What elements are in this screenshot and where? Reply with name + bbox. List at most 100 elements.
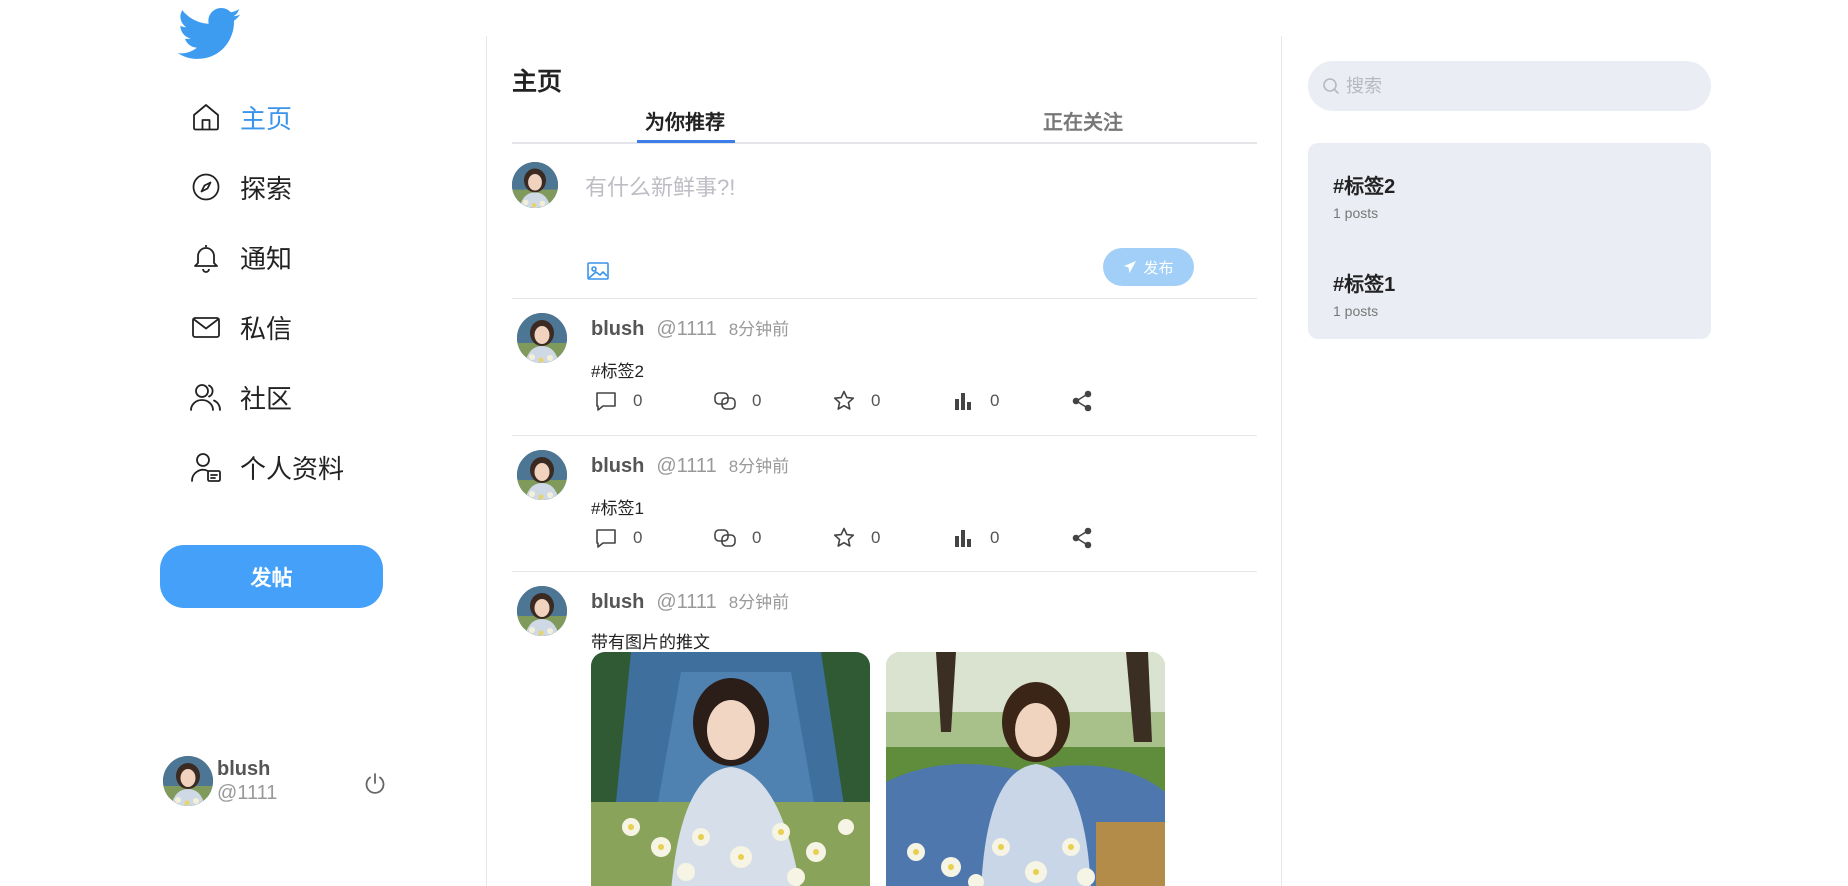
repost-button[interactable]: 0 bbox=[713, 526, 761, 550]
nav-item-messages[interactable]: 私信 bbox=[186, 292, 344, 362]
nav-item-community[interactable]: 社区 bbox=[186, 362, 344, 432]
avatar[interactable] bbox=[517, 586, 567, 636]
bar-chart-icon bbox=[955, 530, 971, 547]
composer: 有什么新鲜事?! 发布 bbox=[512, 144, 1257, 299]
comment-button[interactable]: 0 bbox=[594, 526, 642, 550]
bell-icon bbox=[186, 237, 226, 277]
avatar[interactable] bbox=[517, 313, 567, 363]
trend-tag: #标签2 bbox=[1333, 176, 1396, 198]
post[interactable]: blush @1111 8分钟前 带有图片的推文 bbox=[512, 572, 1257, 886]
post-text[interactable]: #标签1 bbox=[591, 494, 644, 519]
nav-item-label: 主页 bbox=[240, 103, 293, 134]
trend-count: 1 posts bbox=[1333, 205, 1379, 221]
main-feed: 主页 为你推荐 正在关注 有什么新鲜事?! 发布 blush @1111 8分钟… bbox=[512, 0, 1257, 886]
trending-panel: #标签2 1 posts #标签1 1 posts bbox=[1308, 143, 1711, 339]
post-actions: 0 0 0 0 bbox=[594, 389, 1114, 415]
share-button[interactable] bbox=[1070, 389, 1094, 413]
tab-following[interactable]: 正在关注 bbox=[1043, 106, 1123, 135]
comment-button[interactable]: 0 bbox=[594, 389, 642, 413]
repost-icon bbox=[714, 392, 736, 410]
comment-count: 0 bbox=[633, 391, 643, 410]
divider bbox=[486, 36, 487, 886]
nav-item-label: 社区 bbox=[240, 383, 293, 414]
profile-icon bbox=[186, 447, 226, 487]
nav-item-label: 个人资料 bbox=[240, 453, 345, 484]
star-icon bbox=[833, 527, 855, 547]
bar-chart-icon bbox=[955, 393, 971, 410]
new-post-button[interactable]: 发帖 bbox=[160, 545, 383, 608]
users-icon bbox=[186, 377, 226, 417]
post-author-name[interactable]: blush bbox=[591, 318, 644, 341]
current-user-handle: @1111 bbox=[217, 782, 278, 804]
post-author-name[interactable]: blush bbox=[591, 455, 644, 478]
publish-button[interactable]: 发布 bbox=[1103, 248, 1194, 286]
repost-icon bbox=[714, 529, 736, 547]
post-text[interactable]: #标签2 bbox=[591, 357, 644, 382]
post-author-handle: @1111 bbox=[656, 455, 717, 477]
logout-power-icon[interactable] bbox=[362, 771, 388, 797]
views-button[interactable]: 0 bbox=[951, 526, 999, 550]
main-nav: 主页 探索 通知 私信 社区 个人资料 bbox=[186, 82, 344, 502]
search-input[interactable] bbox=[1346, 75, 1646, 97]
send-icon bbox=[1124, 261, 1137, 273]
repost-count: 0 bbox=[752, 528, 762, 547]
trend-item[interactable]: #标签1 1 posts bbox=[1333, 268, 1395, 319]
like-button[interactable]: 0 bbox=[832, 389, 880, 413]
image-upload-icon[interactable] bbox=[586, 260, 610, 282]
comment-icon bbox=[596, 529, 616, 548]
tab-for-you[interactable]: 为你推荐 bbox=[645, 106, 725, 135]
post[interactable]: blush @1111 8分钟前 #标签1 0 0 0 0 bbox=[512, 436, 1257, 572]
publish-label: 发布 bbox=[1143, 259, 1174, 277]
compass-icon bbox=[186, 167, 226, 207]
post-image[interactable] bbox=[886, 652, 1165, 886]
post-timestamp: 8分钟前 bbox=[728, 320, 790, 339]
page-title: 主页 bbox=[512, 68, 563, 96]
share-icon bbox=[1072, 527, 1092, 549]
post-image[interactable] bbox=[591, 652, 870, 886]
feed-tabs: 为你推荐 正在关注 bbox=[512, 100, 1257, 144]
trend-tag: #标签1 bbox=[1333, 274, 1396, 296]
compose-input[interactable]: 有什么新鲜事?! bbox=[585, 170, 735, 202]
nav-item-profile[interactable]: 个人资料 bbox=[186, 432, 344, 502]
view-count: 0 bbox=[990, 528, 1000, 547]
current-user-card[interactable]: blush @1111 bbox=[163, 756, 277, 806]
post-author-handle: @1111 bbox=[656, 318, 717, 340]
comment-icon bbox=[596, 392, 616, 411]
left-sidebar: 主页 探索 通知 私信 社区 个人资料 发帖 blush @1111 bbox=[0, 0, 486, 886]
avatar[interactable] bbox=[517, 450, 567, 500]
trend-count: 1 posts bbox=[1333, 303, 1379, 319]
like-button[interactable]: 0 bbox=[832, 526, 880, 550]
avatar bbox=[512, 162, 558, 208]
post-timestamp: 8分钟前 bbox=[728, 457, 790, 476]
star-icon bbox=[833, 390, 855, 410]
nav-item-explore[interactable]: 探索 bbox=[186, 152, 344, 222]
avatar bbox=[163, 756, 213, 806]
nav-item-notifications[interactable]: 通知 bbox=[186, 222, 344, 292]
nav-item-label: 通知 bbox=[240, 243, 293, 274]
post-image-gallery bbox=[591, 652, 1165, 886]
search-icon bbox=[1323, 78, 1339, 94]
nav-item-label: 探索 bbox=[240, 173, 293, 204]
active-tab-indicator bbox=[637, 140, 735, 143]
comment-count: 0 bbox=[633, 528, 643, 547]
twitter-logo-icon[interactable] bbox=[178, 8, 242, 64]
search-box[interactable] bbox=[1308, 61, 1711, 111]
share-button[interactable] bbox=[1070, 526, 1094, 550]
like-count: 0 bbox=[871, 391, 881, 410]
post[interactable]: blush @1111 8分钟前 #标签2 0 0 0 0 bbox=[512, 299, 1257, 436]
post-text[interactable]: 带有图片的推文 bbox=[591, 628, 710, 653]
nav-item-home[interactable]: 主页 bbox=[186, 82, 344, 152]
trend-item[interactable]: #标签2 1 posts bbox=[1333, 170, 1395, 221]
like-count: 0 bbox=[871, 528, 881, 547]
divider bbox=[1281, 36, 1282, 886]
post-timestamp: 8分钟前 bbox=[728, 593, 790, 612]
views-button[interactable]: 0 bbox=[951, 389, 999, 413]
right-sidebar: #标签2 1 posts #标签1 1 posts bbox=[1308, 0, 1712, 886]
current-user-name: blush bbox=[217, 758, 271, 780]
home-icon bbox=[186, 97, 226, 137]
repost-count: 0 bbox=[752, 391, 762, 410]
nav-item-label: 私信 bbox=[240, 313, 293, 344]
post-actions: 0 0 0 0 bbox=[594, 526, 1114, 552]
repost-button[interactable]: 0 bbox=[713, 389, 761, 413]
post-author-name[interactable]: blush bbox=[591, 591, 644, 614]
